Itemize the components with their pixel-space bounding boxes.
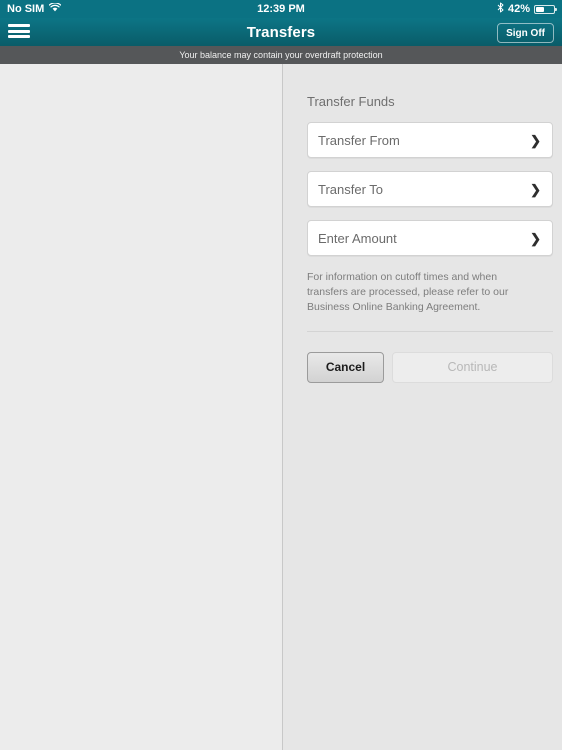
transfer-from-field[interactable]: Transfer From ❯ xyxy=(307,122,553,158)
wifi-icon xyxy=(49,2,62,15)
content-area: Transfer Funds Transfer From ❯ Transfer … xyxy=(0,64,562,750)
transfer-funds-panel: Transfer Funds Transfer From ❯ Transfer … xyxy=(282,64,562,750)
overdraft-banner-text: Your balance may contain your overdraft … xyxy=(179,50,383,60)
chevron-right-icon: ❯ xyxy=(530,132,541,148)
battery-percent-label: 42% xyxy=(507,3,530,15)
cancel-button[interactable]: Cancel xyxy=(307,351,384,383)
section-divider xyxy=(307,330,553,332)
enter-amount-label: Enter Amount xyxy=(318,230,397,246)
cutoff-info-text: For information on cutoff times and when… xyxy=(307,271,509,313)
sign-off-button[interactable]: Sign Off xyxy=(497,23,554,43)
transfer-to-label: Transfer To xyxy=(318,181,384,197)
carrier-label: No SIM xyxy=(7,3,45,15)
transfer-from-label: Transfer From xyxy=(318,132,400,148)
app-screen: No SIM 12:39 PM 42% Transfers Sign Off Y… xyxy=(0,0,562,750)
status-bar: No SIM 12:39 PM 42% xyxy=(0,0,562,18)
chevron-right-icon: ❯ xyxy=(530,181,541,197)
left-empty-pane xyxy=(0,64,282,750)
bluetooth-icon xyxy=(497,2,504,16)
section-title: Transfer Funds xyxy=(307,94,395,109)
enter-amount-field[interactable]: Enter Amount ❯ xyxy=(307,220,553,256)
continue-button[interactable]: Continue xyxy=(392,351,553,383)
overdraft-banner: Your balance may contain your overdraft … xyxy=(0,46,562,64)
action-buttons: Cancel Continue xyxy=(307,351,553,383)
chevron-right-icon: ❯ xyxy=(530,230,541,246)
status-bar-right: 42% xyxy=(497,2,557,16)
transfer-to-field[interactable]: Transfer To ❯ xyxy=(307,171,553,207)
page-title: Transfers xyxy=(246,23,316,41)
navigation-bar: Transfers Sign Off xyxy=(0,18,562,46)
transfer-funds-panel-inner: Transfer Funds Transfer From ❯ Transfer … xyxy=(307,64,553,383)
battery-icon xyxy=(534,4,557,14)
status-bar-clock: 12:39 PM xyxy=(257,3,305,15)
battery-fill xyxy=(536,6,544,12)
status-bar-left: No SIM xyxy=(7,2,62,15)
